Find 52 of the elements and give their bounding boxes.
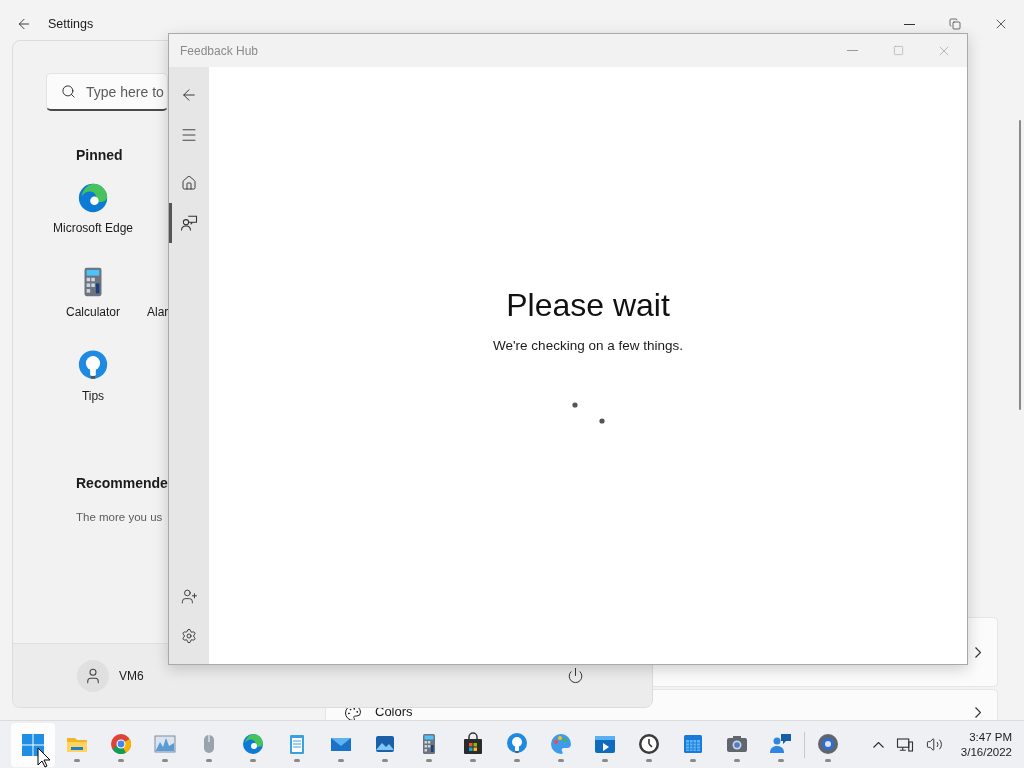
app-label: Alar xyxy=(147,305,169,319)
calendar-icon xyxy=(681,732,705,756)
home-icon xyxy=(181,175,197,191)
pinned-app[interactable]: Microsoft Edge xyxy=(53,181,133,265)
chevron-right-icon xyxy=(975,707,981,718)
heading: Please wait xyxy=(506,287,670,324)
pinned-app[interactable]: Alar xyxy=(133,265,169,349)
shopping-bag-icon xyxy=(461,732,485,756)
section-title: Pinned xyxy=(76,147,124,163)
maximize-icon xyxy=(892,45,904,56)
pinned-app[interactable]: Calculator xyxy=(53,265,133,349)
lightbulb-icon xyxy=(505,732,529,756)
app-label: Tips xyxy=(81,389,105,403)
menu-icon xyxy=(180,126,198,144)
browser-icon xyxy=(109,732,133,756)
person-speech-icon xyxy=(180,214,198,232)
app-label: Microsoft Edge xyxy=(53,221,134,235)
minimize-icon xyxy=(903,23,915,25)
clock[interactable]: 3:47 PM 3/16/2022 xyxy=(952,731,1014,758)
search-icon xyxy=(61,84,76,99)
chevron-up-icon xyxy=(872,741,884,748)
palette-icon xyxy=(549,732,573,756)
section-title: Recommende xyxy=(76,475,169,491)
time: 3:47 PM xyxy=(969,731,1012,743)
loading-spinner xyxy=(572,402,606,424)
recommended-text: The more you us xyxy=(76,511,164,523)
scrollbar[interactable] xyxy=(1019,120,1021,410)
window-title: Feedback Hub xyxy=(180,43,259,58)
date: 3/16/2022 xyxy=(960,746,1012,758)
edge-icon xyxy=(76,181,110,215)
power-icon xyxy=(567,667,584,684)
settings-icon xyxy=(181,628,197,644)
app-label: Calculator xyxy=(66,305,120,319)
person-chat-icon xyxy=(769,732,793,756)
edge-icon xyxy=(241,732,265,756)
status-message: We're checking on a few things. xyxy=(493,338,683,353)
user-icon xyxy=(84,666,102,685)
search-input[interactable]: Type here to xyxy=(86,83,164,100)
restore-icon xyxy=(949,18,961,30)
cursor-icon xyxy=(37,747,51,768)
user-name: VM6 xyxy=(119,668,144,683)
chart-icon xyxy=(153,732,177,756)
minimize-icon xyxy=(846,50,858,51)
windows-logo-icon xyxy=(21,732,45,757)
search-field[interactable]: Type here to xyxy=(46,73,168,111)
chevron-right-icon xyxy=(975,646,981,658)
avatar[interactable] xyxy=(77,659,109,692)
volume-icon xyxy=(925,736,943,753)
clock-icon xyxy=(637,732,661,756)
window-title: Settings xyxy=(48,17,94,31)
pinned-app[interactable]: Tips xyxy=(53,349,133,433)
add-person-icon xyxy=(180,587,198,605)
